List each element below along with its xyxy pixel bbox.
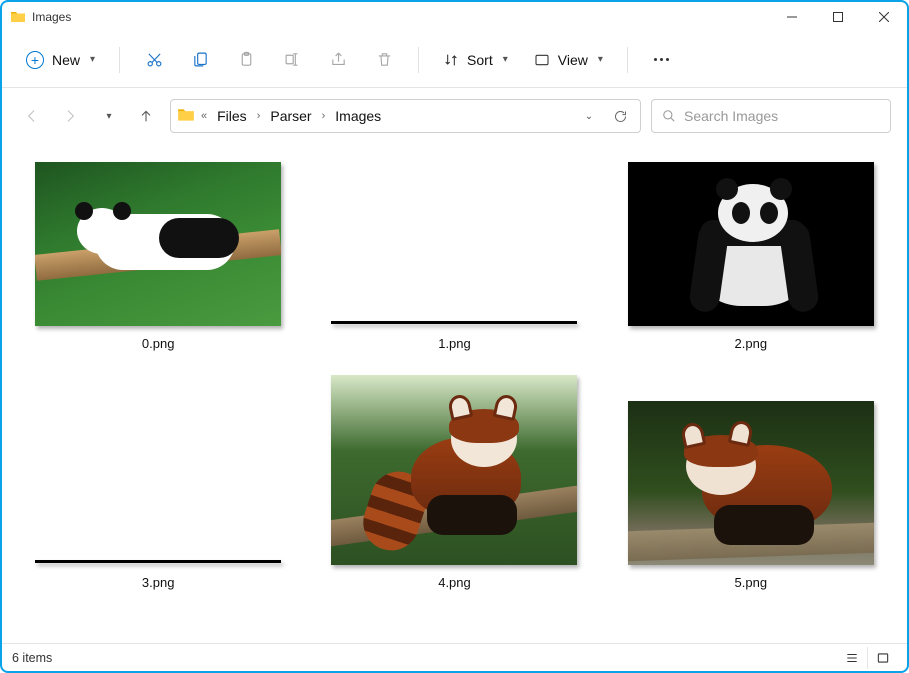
file-name: 3.png — [142, 575, 175, 590]
folder-icon — [177, 106, 195, 127]
sort-icon — [443, 52, 459, 68]
file-item[interactable]: 0.png — [30, 162, 286, 351]
file-name: 2.png — [735, 336, 768, 351]
view-switch — [837, 647, 897, 669]
file-item[interactable]: 2.png — [623, 162, 879, 351]
sort-button-label: Sort — [467, 52, 493, 68]
separator — [627, 47, 628, 73]
more-button[interactable] — [642, 42, 682, 78]
address-bar[interactable]: « Files › Parser › Images ⌄ — [170, 99, 641, 133]
thumbnail — [628, 162, 874, 326]
maximize-button[interactable] — [815, 2, 861, 32]
delete-button[interactable] — [364, 42, 404, 78]
thumbnail — [331, 375, 577, 565]
plus-icon: + — [26, 51, 44, 69]
minimize-button[interactable] — [769, 2, 815, 32]
sort-button[interactable]: Sort ▾ — [433, 42, 518, 78]
folder-icon — [10, 9, 26, 25]
separator — [418, 47, 419, 73]
breadcrumb-segment[interactable]: Files — [213, 106, 251, 126]
back-button[interactable] — [18, 102, 46, 130]
thumbnail-view-button[interactable] — [867, 647, 897, 669]
refresh-button[interactable] — [606, 109, 634, 124]
chevron-right-icon: › — [320, 110, 328, 122]
chevron-down-icon: ▾ — [598, 54, 603, 65]
cut-button[interactable] — [134, 42, 174, 78]
file-item[interactable]: 1.png — [326, 162, 582, 351]
up-button[interactable] — [132, 102, 160, 130]
close-button[interactable] — [861, 2, 907, 32]
file-grid: 0.png 1.png 2.png 3.png — [2, 144, 907, 643]
file-item[interactable]: 5.png — [623, 375, 879, 590]
file-item[interactable]: 3.png — [30, 375, 286, 590]
file-name: 5.png — [735, 575, 768, 590]
status-item-count: 6 items — [12, 651, 52, 665]
search-box[interactable] — [651, 99, 891, 133]
view-button-label: View — [558, 52, 588, 68]
window-title: Images — [32, 10, 71, 24]
chevron-down-icon: ▾ — [90, 54, 95, 65]
copy-button[interactable] — [180, 42, 220, 78]
view-icon — [534, 52, 550, 68]
file-item[interactable]: 4.png — [326, 375, 582, 590]
chevron-right-icon: › — [255, 110, 263, 122]
titlebar: Images — [2, 2, 907, 32]
chevron-down-icon: ▾ — [503, 54, 508, 65]
forward-button[interactable] — [56, 102, 84, 130]
search-icon — [662, 109, 676, 123]
thumbnail — [35, 162, 281, 326]
explorer-window: Images + New ▾ — [0, 0, 909, 673]
share-button[interactable] — [318, 42, 358, 78]
rename-button[interactable] — [272, 42, 312, 78]
details-view-button[interactable] — [837, 647, 867, 669]
status-bar: 6 items — [2, 643, 907, 671]
thumbnail — [331, 162, 577, 326]
window-controls — [769, 2, 907, 32]
thumbnail — [628, 375, 874, 565]
breadcrumb-segment[interactable]: Parser — [266, 106, 315, 126]
nav-row: ▾ « Files › Parser › Images ⌄ — [2, 88, 907, 144]
file-name: 4.png — [438, 575, 471, 590]
view-button[interactable]: View ▾ — [524, 42, 613, 78]
chevron-down-icon: ⌄ — [585, 111, 593, 122]
more-icon — [654, 58, 669, 61]
file-name: 0.png — [142, 336, 175, 351]
breadcrumb-overflow[interactable]: « — [199, 110, 209, 122]
breadcrumb-segment[interactable]: Images — [331, 106, 385, 126]
recent-button[interactable]: ▾ — [94, 102, 122, 130]
file-name: 1.png — [438, 336, 471, 351]
chevron-down-icon: ▾ — [106, 111, 111, 122]
toolbar: + New ▾ Sort ▾ View — [2, 32, 907, 88]
new-button[interactable]: + New ▾ — [16, 42, 105, 78]
paste-button[interactable] — [226, 42, 266, 78]
thumbnail — [35, 375, 281, 565]
address-dropdown-button[interactable]: ⌄ — [574, 111, 602, 122]
separator — [119, 47, 120, 73]
new-button-label: New — [52, 52, 80, 68]
search-input[interactable] — [684, 108, 880, 124]
